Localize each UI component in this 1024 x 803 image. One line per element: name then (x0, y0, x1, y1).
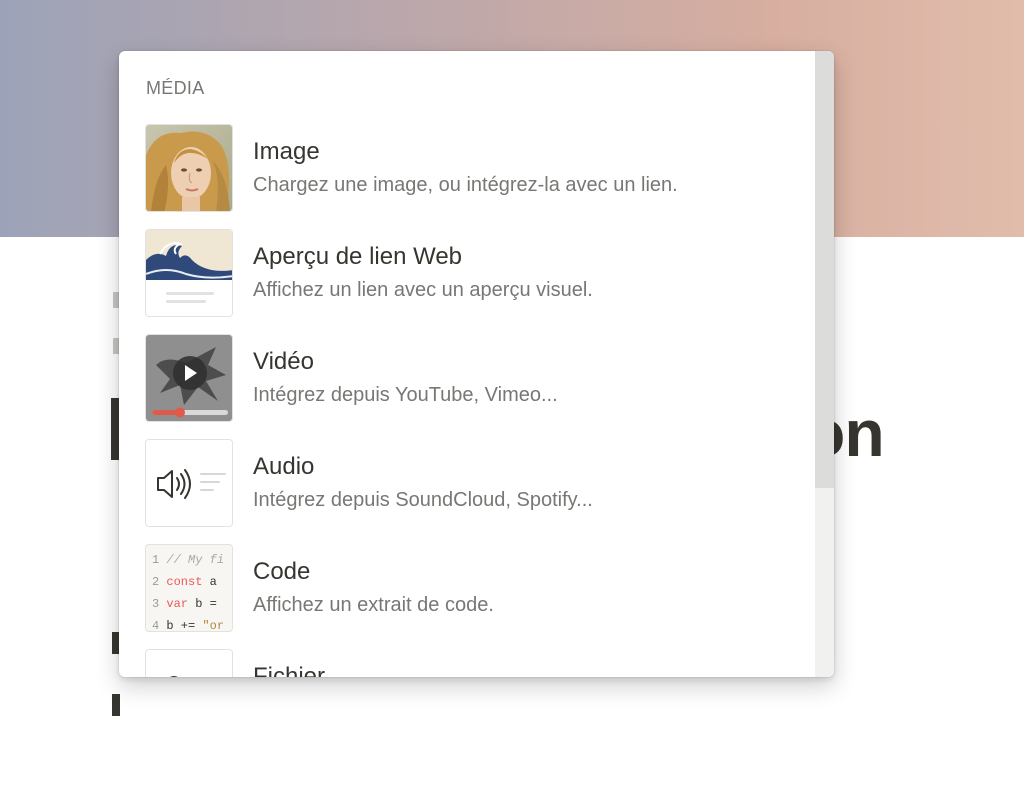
menu-item-title: Audio (253, 453, 315, 480)
menu-item-audio[interactable]: Audio Intégrez depuis SoundCloud, Spotif… (119, 439, 815, 544)
menu-item-description: Chargez une image, ou intégrez-la avec u… (253, 174, 678, 196)
code-preview-line: const a (166, 575, 217, 589)
menu-item-description: Affichez un extrait de code. (253, 594, 494, 616)
web-bookmark-thumbnail-icon (145, 229, 233, 317)
image-thumbnail-icon (145, 124, 233, 212)
menu-item-video[interactable]: Vidéo Intégrez depuis YouTube, Vimeo... (119, 334, 815, 439)
menu-item-description: Intégrez depuis SoundCloud, Spotify... (253, 489, 593, 511)
video-thumbnail-icon (145, 334, 233, 422)
menu-item-code[interactable]: 1 // My fi 2 const a 3 var b = 4 b += "o… (119, 544, 815, 649)
section-label-media: MÉDIA (146, 78, 205, 98)
menu-item-image[interactable]: Image Chargez une image, ou intégrez-la … (119, 124, 815, 229)
code-preview-line: b += "or (166, 619, 225, 632)
menu-item-file[interactable]: Fichier (119, 649, 815, 677)
code-preview-line: // My fi (166, 553, 225, 567)
menu-list: MÉDIA Image Chargez une image, ou intégr… (119, 51, 815, 677)
menu-item-web-bookmark[interactable]: Aperçu de lien Web Affichez un lien avec… (119, 229, 815, 334)
file-thumbnail-icon (145, 649, 233, 677)
block-insert-menu: MÉDIA Image Chargez une image, ou intégr… (119, 51, 834, 677)
menu-item-title: Fichier (253, 663, 326, 677)
menu-item-title: Code (253, 558, 311, 585)
menu-item-description: Intégrez depuis YouTube, Vimeo... (253, 384, 558, 406)
menu-scrollbar[interactable] (815, 51, 834, 677)
menu-item-title: Vidéo (253, 348, 314, 375)
menu-item-title: Image (253, 138, 320, 165)
code-thumbnail-icon: 1 // My fi 2 const a 3 var b = 4 b += "o… (145, 544, 233, 632)
audio-thumbnail-icon (145, 439, 233, 527)
code-preview-line: var b = (166, 597, 217, 611)
scrollbar-thumb[interactable] (815, 51, 834, 488)
menu-item-title: Aperçu de lien Web (253, 243, 463, 270)
menu-item-description: Affichez un lien avec un aperçu visuel. (253, 279, 593, 301)
page-text-fragment (112, 694, 120, 716)
